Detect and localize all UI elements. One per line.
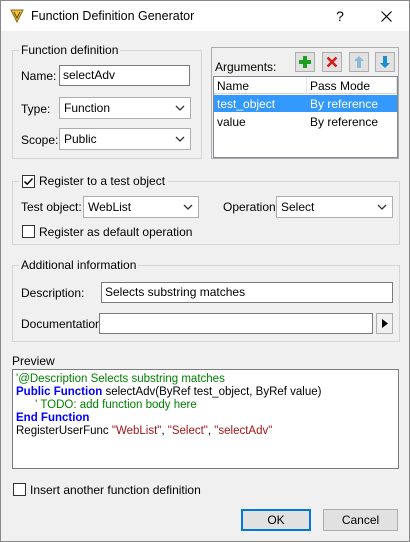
plus-icon: [299, 56, 311, 68]
arrow-up-icon: [354, 56, 364, 68]
type-select[interactable]: Function: [59, 97, 191, 119]
close-icon: [380, 10, 392, 22]
preview-keyword-public-function: Public Function: [16, 386, 103, 398]
preview-string-selectadv: "selectAdv": [214, 425, 273, 437]
insert-another-checkbox[interactable]: [13, 483, 26, 496]
operation-select-value: Select: [281, 200, 315, 214]
arguments-label: Arguments:: [215, 60, 277, 74]
documentation-expand-button[interactable]: [376, 313, 393, 334]
scope-label: Scope:: [21, 133, 59, 147]
title-bar: Function Definition Generator ?: [1, 1, 409, 31]
arguments-grid-header: Name Pass Mode: [214, 77, 397, 94]
description-label: Description:: [21, 286, 85, 300]
operation-select[interactable]: Select: [276, 196, 393, 218]
ok-button[interactable]: OK: [241, 509, 311, 531]
table-row[interactable]: value By reference: [214, 113, 397, 130]
chevron-down-icon: [183, 204, 193, 210]
scope-select-value: Public: [64, 132, 97, 146]
window-title: Function Definition Generator: [31, 9, 195, 23]
preview-line-todo: ' TODO: add function body here: [35, 399, 197, 411]
column-header-pass-mode[interactable]: Pass Mode: [307, 77, 397, 94]
default-operation-checkbox[interactable]: [22, 225, 35, 238]
name-input[interactable]: selectAdv: [59, 65, 190, 86]
argument-name-cell: test_object: [217, 97, 276, 111]
preview-box[interactable]: '@Description Selects substring matches …: [12, 369, 399, 469]
operation-label: Operation:: [223, 200, 280, 214]
insert-another-label: Insert another function definition: [30, 483, 201, 497]
function-definition-legend: Function definition: [21, 43, 119, 57]
test-object-select-value: WebList: [88, 200, 132, 214]
argument-mode-cell: By reference: [310, 115, 379, 129]
test-object-select[interactable]: WebList: [83, 196, 199, 218]
arguments-grid: Name Pass Mode test_object By reference …: [213, 76, 398, 158]
chevron-down-icon: [175, 105, 185, 111]
documentation-input[interactable]: [99, 313, 373, 334]
additional-info-legend: Additional information: [21, 258, 137, 272]
register-label: Register to a test object: [39, 174, 166, 188]
scope-select[interactable]: Public: [59, 128, 191, 150]
add-argument-button[interactable]: [295, 52, 315, 72]
function-definition-dialog: Function Definition Generator ? Function…: [0, 0, 410, 542]
arguments-panel: Arguments: Name Pass Mode test_object By…: [211, 47, 399, 159]
argument-name-cell: value: [217, 115, 246, 129]
cancel-button[interactable]: Cancel: [323, 509, 398, 531]
default-operation-label: Register as default operation: [39, 225, 193, 239]
preview-string-weblist: "WebList": [111, 425, 162, 437]
move-up-button[interactable]: [349, 52, 369, 72]
preview-keyword-end-function: End Function: [16, 412, 90, 424]
remove-argument-button[interactable]: [322, 52, 342, 72]
preview-line-description: '@Description Selects substring matches: [16, 373, 225, 385]
type-label: Type:: [21, 102, 51, 116]
arrow-down-icon: [380, 56, 390, 68]
delete-icon: [326, 56, 338, 68]
move-down-button[interactable]: [375, 52, 395, 72]
chevron-down-icon: [175, 136, 185, 142]
preview-signature: selectAdv(ByRef test_object, ByRef value…: [102, 386, 322, 398]
close-button[interactable]: [363, 1, 409, 31]
name-label: Name:: [21, 69, 57, 83]
table-row[interactable]: test_object By reference: [214, 95, 397, 112]
argument-mode-cell: By reference: [310, 97, 379, 111]
help-button[interactable]: ?: [317, 1, 363, 31]
register-checkbox-row[interactable]: Register to a test object: [19, 173, 169, 189]
type-select-value: Function: [64, 101, 111, 115]
column-header-name[interactable]: Name: [214, 77, 307, 94]
checkmark-icon: [23, 177, 34, 185]
test-object-label: Test object:: [21, 200, 82, 214]
documentation-label: Documentation:: [21, 317, 106, 331]
preview-label: Preview: [12, 354, 55, 368]
app-icon: [9, 8, 25, 24]
register-checkbox[interactable]: [22, 174, 35, 188]
chevron-down-icon: [377, 204, 387, 210]
preview-register-call: RegisterUserFunc: [16, 425, 112, 437]
preview-string-select: "Select": [167, 425, 208, 437]
description-input[interactable]: Selects substring matches: [101, 282, 393, 303]
play-icon: [381, 319, 388, 328]
